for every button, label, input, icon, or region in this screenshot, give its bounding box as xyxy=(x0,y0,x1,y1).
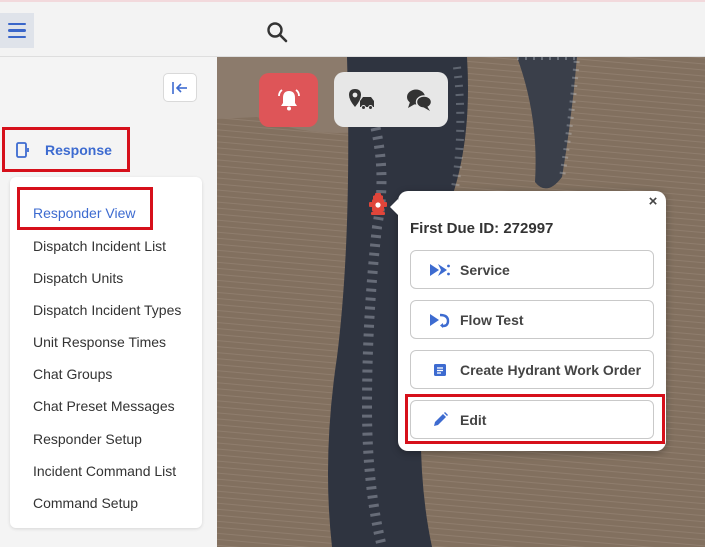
top-bar xyxy=(0,0,705,57)
edit-button[interactable]: Edit xyxy=(410,400,654,439)
sidebar-item-chat-preset-messages[interactable]: Chat Preset Messages xyxy=(33,398,175,414)
device-icon xyxy=(16,141,29,158)
chat-bubbles-icon xyxy=(407,89,433,111)
sidebar-item-dispatch-incident-list[interactable]: Dispatch Incident List xyxy=(33,238,166,254)
service-icon xyxy=(429,261,451,279)
sidebar-item-command-setup[interactable]: Command Setup xyxy=(33,495,138,511)
sidebar-item-responder-setup[interactable]: Responder Setup xyxy=(33,431,142,447)
hydrant-marker-icon[interactable] xyxy=(368,192,388,216)
hamburger-icon xyxy=(8,21,26,41)
menu-button[interactable] xyxy=(0,13,34,48)
service-label: Service xyxy=(460,261,510,278)
response-submenu: Responder View Dispatch Incident List Di… xyxy=(10,177,202,528)
edit-label: Edit xyxy=(460,411,487,428)
create-hydrant-work-order-label: Create Hydrant Work Order xyxy=(460,361,642,378)
flow-test-button[interactable]: Flow Test xyxy=(410,300,654,339)
sidebar-item-incident-command-list[interactable]: Incident Command List xyxy=(33,463,176,479)
flow-test-label: Flow Test xyxy=(460,311,524,328)
sidebar-item-unit-response-times[interactable]: Unit Response Times xyxy=(33,334,166,350)
search-icon[interactable] xyxy=(265,20,289,44)
unit-location-button[interactable] xyxy=(346,85,376,115)
service-button[interactable]: Service xyxy=(410,250,654,289)
sidebar: Response Responder View Dispatch Inciden… xyxy=(0,57,217,547)
collapse-left-icon xyxy=(172,81,187,94)
sidebar-section-label: Response xyxy=(45,141,112,158)
create-hydrant-work-order-button[interactable]: Create Hydrant Work Order xyxy=(410,350,654,389)
pencil-icon xyxy=(429,411,451,429)
sidebar-item-chat-groups[interactable]: Chat Groups xyxy=(33,366,112,382)
map-marker-car-icon xyxy=(349,89,374,110)
sidebar-item-dispatch-units[interactable]: Dispatch Units xyxy=(33,270,123,286)
collapse-sidebar-button[interactable] xyxy=(163,73,197,102)
chat-button[interactable] xyxy=(404,85,434,115)
alert-button[interactable] xyxy=(259,73,318,127)
sidebar-section-response[interactable]: Response xyxy=(2,127,130,172)
popup-title: First Due ID: 272997 xyxy=(410,220,554,237)
popup-arrow xyxy=(390,199,398,215)
map-tool-group xyxy=(334,72,448,127)
work-order-icon xyxy=(429,361,451,379)
hydrant-popup: × First Due ID: 272997 Service Flow Test xyxy=(390,191,666,451)
sidebar-item-dispatch-incident-types[interactable]: Dispatch Incident Types xyxy=(33,302,181,318)
flow-test-icon xyxy=(429,311,451,329)
bell-alert-icon xyxy=(277,89,300,111)
close-icon[interactable]: × xyxy=(646,194,660,210)
sidebar-item-responder-view[interactable]: Responder View xyxy=(33,205,135,221)
